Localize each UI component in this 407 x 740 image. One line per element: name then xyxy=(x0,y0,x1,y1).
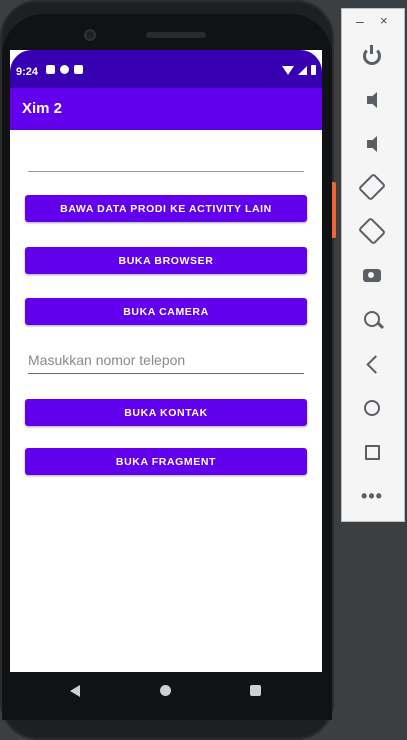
back-icon[interactable] xyxy=(356,348,388,380)
front-camera-icon xyxy=(84,29,96,41)
camera-icon[interactable] xyxy=(356,259,388,291)
volume-rocker-accent xyxy=(332,182,336,238)
minimize-button[interactable]: – xyxy=(356,13,364,29)
rotate-right-icon[interactable] xyxy=(356,215,388,247)
sd-card-notification-icon xyxy=(74,65,83,74)
more-icon[interactable]: ••• xyxy=(356,480,388,512)
wifi-icon xyxy=(282,65,294,75)
image-notification-icon xyxy=(46,65,55,74)
battery-icon xyxy=(311,65,316,75)
emulator-side-panel: – × ••• xyxy=(341,8,405,522)
nav-home-icon[interactable] xyxy=(160,685,171,696)
app-title: Xim 2 xyxy=(22,100,63,117)
bawa-data-prodi-button[interactable]: BAWA DATA PRODI KE ACTIVITY LAIN xyxy=(25,195,307,222)
buka-camera-button[interactable]: BUKA CAMERA xyxy=(25,298,307,325)
volume-down-icon[interactable] xyxy=(356,128,388,160)
system-status-icons xyxy=(282,65,316,75)
buka-fragment-button[interactable]: BUKA FRAGMENT xyxy=(25,448,307,475)
status-time: 9:24 xyxy=(16,66,39,78)
status-bar: 9:24 xyxy=(10,50,322,88)
app-bar: Xim 2 xyxy=(10,88,322,130)
volume-up-icon[interactable] xyxy=(356,84,388,116)
nav-recents-icon[interactable] xyxy=(250,685,261,696)
earpiece-speaker xyxy=(146,32,206,38)
close-button[interactable]: × xyxy=(380,13,388,28)
notification-icons xyxy=(46,65,83,74)
home-icon[interactable] xyxy=(356,392,388,424)
phone-number-input[interactable]: Masukkan nomor telepon xyxy=(28,346,304,374)
nav-back-icon[interactable] xyxy=(70,685,80,697)
zoom-icon[interactable] xyxy=(356,303,388,335)
sync-notification-icon xyxy=(60,65,69,74)
activity-content: BAWA DATA PRODI KE ACTIVITY LAIN BUKA BR… xyxy=(10,130,322,672)
navigation-bar xyxy=(10,672,322,710)
device-screen: 9:24 Xim 2 BAWA DATA PRODI KE ACTIVITY L… xyxy=(10,50,322,672)
rotate-left-icon[interactable] xyxy=(356,171,388,203)
buka-browser-button[interactable]: BUKA BROWSER xyxy=(25,247,307,274)
panel-header: – × xyxy=(342,9,404,33)
overview-icon[interactable] xyxy=(356,436,388,468)
signal-icon xyxy=(298,65,307,75)
prodi-input[interactable] xyxy=(28,144,304,172)
buka-kontak-button[interactable]: BUKA KONTAK xyxy=(25,399,307,426)
power-icon[interactable] xyxy=(356,40,388,72)
phone-device: 9:24 Xim 2 BAWA DATA PRODI KE ACTIVITY L… xyxy=(0,0,334,740)
